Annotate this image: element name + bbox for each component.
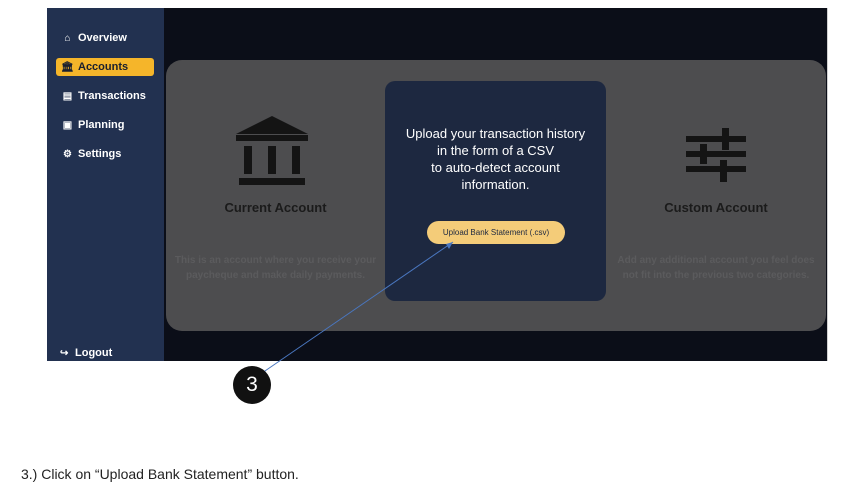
sidebar-item-label: Accounts [78,61,129,73]
upload-instructions: Upload your transaction history in the f… [385,125,606,193]
sidebar-item-label: Transactions [78,90,146,102]
card-title: Current Account [224,200,327,215]
sidebar-item-label: Overview [78,32,127,44]
step-badge: 3 [233,366,271,404]
bank-building-icon [236,116,308,185]
sidebar-item-overview[interactable]: ⌂ Overview [56,29,154,47]
bank-icon: 🏛 [61,61,74,73]
sidebar-item-label: Settings [78,148,122,160]
logout-icon: ↪ [60,348,69,359]
sidebar-item-transactions[interactable]: ▤ Transactions [56,87,154,105]
logout-label: Logout [75,347,113,359]
receipt-icon: ▤ [62,90,73,102]
home-icon: ⌂ [64,32,71,44]
sidebar-item-accounts[interactable]: 🏛 Accounts [56,58,154,76]
sidebar-item-settings[interactable]: ⚙ Settings [56,145,154,163]
sliders-icon [686,128,746,182]
logout-button[interactable]: ↪ Logout [60,347,112,359]
card-title: Custom Account [664,200,768,215]
sidebar: ⌂ Overview 🏛 Accounts ▤ Transactions ▣ P… [47,8,164,361]
current-account-card[interactable]: Current Account This is an account where… [166,60,385,331]
upload-text-line: in the form of a CSV [436,143,555,158]
sidebar-item-label: Planning [78,119,125,131]
upload-bank-statement-button[interactable]: Upload Bank Statement (.csv) [427,221,565,244]
upload-text-line: information. [461,177,530,192]
upload-text-line: Upload your transaction history [405,126,586,141]
custom-account-card[interactable]: Custom Account Add any additional accoun… [606,60,826,331]
app-screenshot: ⌂ Overview 🏛 Accounts ▤ Transactions ▣ P… [47,8,828,361]
upload-card: Upload your transaction history in the f… [385,81,606,301]
instruction-text: 3.) Click on “Upload Bank Statement” but… [21,466,299,482]
document-page: ⌂ Overview 🏛 Accounts ▤ Transactions ▣ P… [0,0,855,490]
chart-icon: ▣ [62,119,73,131]
card-description: This is an account where you receive you… [174,255,377,281]
card-description: Add any additional account you feel does… [617,255,815,281]
upload-text-line: to auto-detect account [431,160,560,175]
gear-icon: ⚙ [63,148,72,160]
sidebar-item-planning[interactable]: ▣ Planning [56,116,154,134]
